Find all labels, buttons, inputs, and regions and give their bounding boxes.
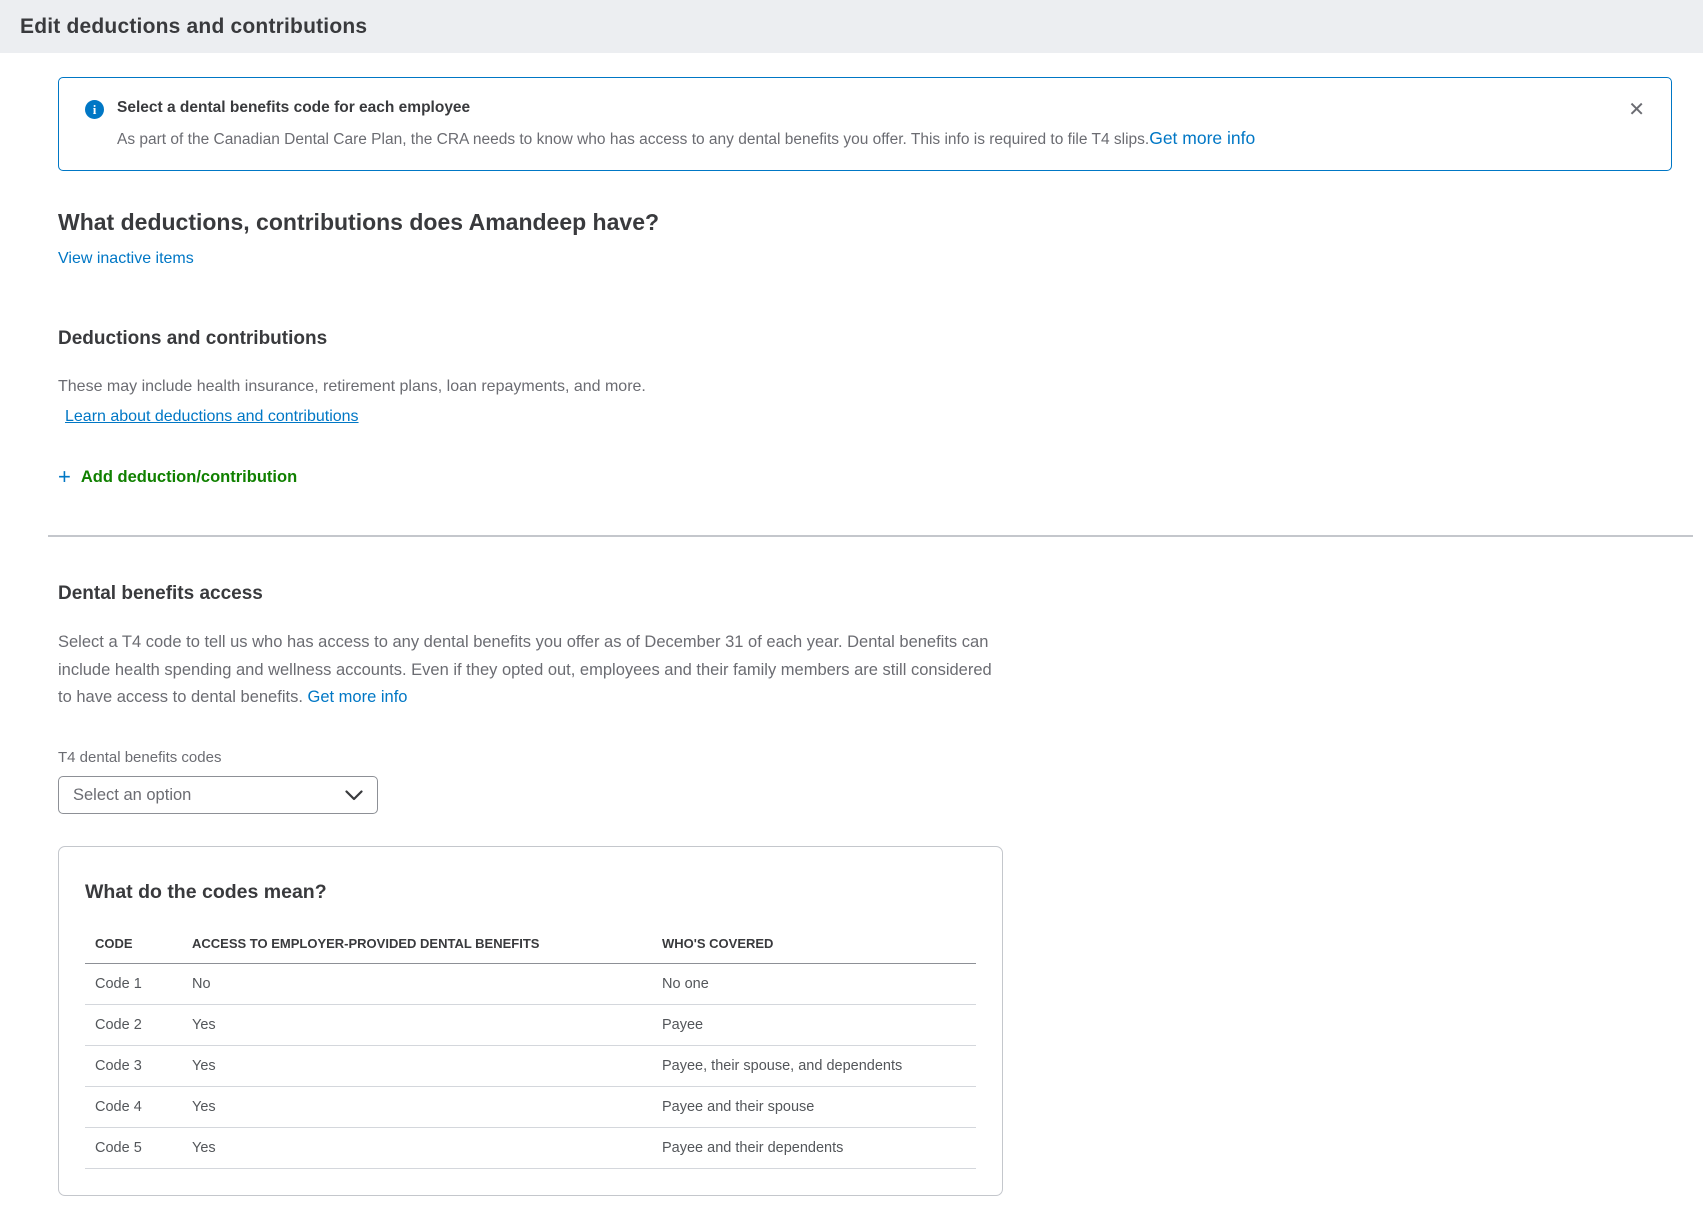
table-row: Code 3YesPayee, their spouse, and depend… — [85, 1046, 976, 1087]
page-title: Edit deductions and contributions — [20, 15, 367, 39]
employee-question-heading: What deductions, contributions does Aman… — [58, 209, 1703, 236]
info-icon: i — [85, 100, 104, 119]
table-cell: No — [182, 964, 652, 1005]
learn-about-deductions-link[interactable]: Learn about deductions and contributions — [65, 408, 359, 426]
codes-card-title: What do the codes mean? — [85, 881, 976, 904]
codes-table-header: CODE ACCESS TO EMPLOYER-PROVIDED DENTAL … — [85, 926, 976, 964]
table-cell: Payee and their spouse — [652, 1087, 976, 1128]
dental-section-title: Dental benefits access — [58, 583, 1703, 605]
deductions-section-description: These may include health insurance, reti… — [58, 374, 1703, 400]
dental-get-more-info-link[interactable]: Get more info — [308, 688, 408, 706]
view-inactive-items-link[interactable]: View inactive items — [58, 250, 194, 268]
table-cell: Yes — [182, 1087, 652, 1128]
plus-icon: + — [58, 466, 71, 488]
main-content: What deductions, contributions does Aman… — [0, 209, 1703, 1196]
table-cell: Payee, their spouse, and dependents — [652, 1046, 976, 1087]
column-header-covered: WHO'S COVERED — [652, 926, 976, 964]
table-cell: Code 1 — [85, 964, 182, 1005]
close-icon[interactable]: ✕ — [1628, 100, 1645, 120]
select-placeholder: Select an option — [73, 786, 191, 805]
table-row: Code 4YesPayee and their spouse — [85, 1087, 976, 1128]
t4-codes-field-label: T4 dental benefits codes — [58, 749, 1703, 766]
add-button-label: Add deduction/contribution — [81, 468, 297, 487]
table-cell: Code 3 — [85, 1046, 182, 1087]
table-cell: Yes — [182, 1005, 652, 1046]
banner-title: Select a dental benefits code for each e… — [117, 99, 1255, 117]
table-cell: Yes — [182, 1046, 652, 1087]
chevron-down-icon — [345, 790, 363, 801]
banner-body-text: As part of the Canadian Dental Care Plan… — [117, 131, 1149, 148]
section-divider — [48, 535, 1693, 537]
banner-body: As part of the Canadian Dental Care Plan… — [117, 127, 1255, 151]
dental-description-text: Select a T4 code to tell us who has acce… — [58, 633, 992, 705]
codes-table-body: Code 1NoNo oneCode 2YesPayeeCode 3YesPay… — [85, 964, 976, 1169]
table-cell: Yes — [182, 1128, 652, 1169]
column-header-code: CODE — [85, 926, 182, 964]
add-deduction-contribution-button[interactable]: + Add deduction/contribution — [58, 466, 297, 488]
table-cell: Code 4 — [85, 1087, 182, 1128]
codes-meaning-card: What do the codes mean? CODE ACCESS TO E… — [58, 846, 1003, 1196]
table-cell: Code 2 — [85, 1005, 182, 1046]
table-cell: Payee — [652, 1005, 976, 1046]
table-row: Code 5YesPayee and their dependents — [85, 1128, 976, 1169]
codes-table: CODE ACCESS TO EMPLOYER-PROVIDED DENTAL … — [85, 926, 976, 1169]
table-cell: No one — [652, 964, 976, 1005]
column-header-access: ACCESS TO EMPLOYER-PROVIDED DENTAL BENEF… — [182, 926, 652, 964]
banner-content: Select a dental benefits code for each e… — [117, 99, 1255, 170]
table-row: Code 1NoNo one — [85, 964, 976, 1005]
table-row: Code 2YesPayee — [85, 1005, 976, 1046]
dental-code-banner: i Select a dental benefits code for each… — [58, 77, 1672, 171]
deductions-section-title: Deductions and contributions — [58, 328, 1703, 350]
page-header: Edit deductions and contributions — [0, 0, 1703, 53]
dental-section-description: Select a T4 code to tell us who has acce… — [58, 629, 1008, 711]
table-cell: Code 5 — [85, 1128, 182, 1169]
t4-codes-select[interactable]: Select an option — [58, 776, 378, 814]
table-cell: Payee and their dependents — [652, 1128, 976, 1169]
banner-get-more-info-link[interactable]: Get more info — [1149, 128, 1255, 148]
